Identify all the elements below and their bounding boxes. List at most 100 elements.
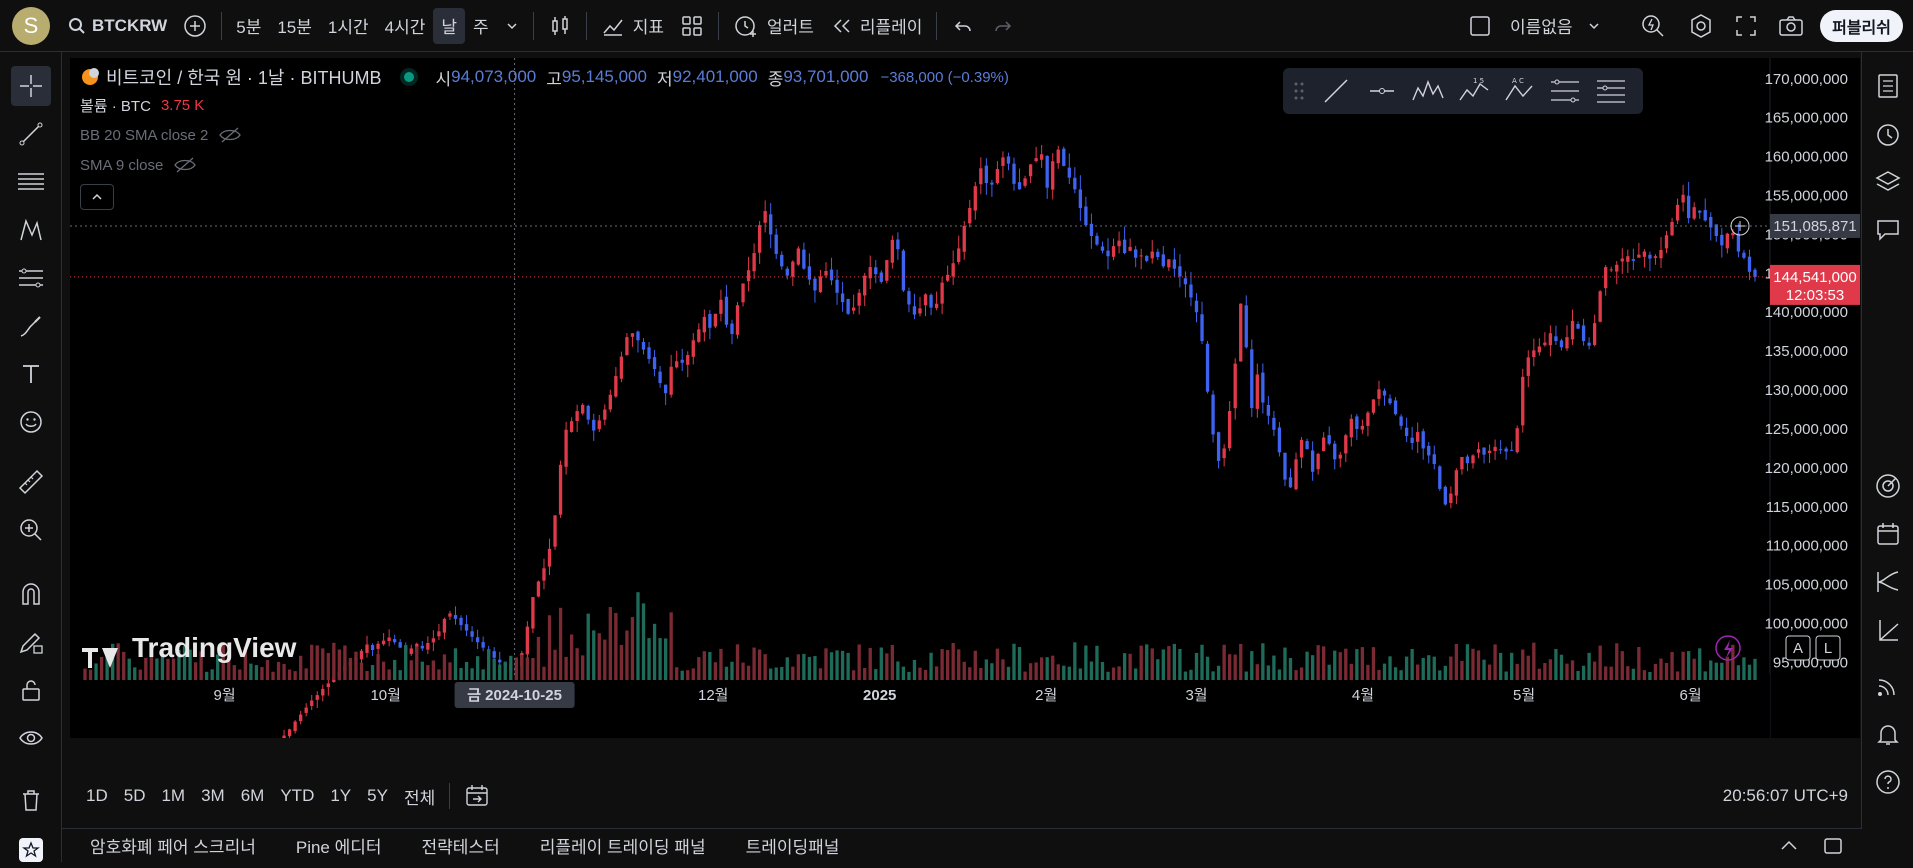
fib-tool[interactable]	[11, 162, 51, 202]
candle-body	[1592, 323, 1597, 346]
volume-bar	[415, 646, 419, 680]
candle-body	[658, 371, 662, 384]
undo-button[interactable]	[943, 8, 983, 44]
ideas-button[interactable]	[1868, 466, 1908, 506]
notifications-button[interactable]	[1868, 714, 1908, 754]
goto-date-icon[interactable]	[464, 783, 490, 809]
forecast-tool[interactable]	[11, 258, 51, 298]
alerts-panel-button[interactable]	[1868, 114, 1908, 154]
interval-15m[interactable]: 15분	[269, 8, 320, 44]
trendline-icon[interactable]	[1321, 76, 1351, 106]
elliott-wave-icon[interactable]	[1411, 76, 1445, 106]
sma-indicator-label[interactable]: SMA 9 close	[80, 157, 163, 174]
indicators-button[interactable]: 지표	[593, 8, 672, 44]
zoom-in-tool[interactable]	[11, 510, 51, 550]
bb-indicator-label[interactable]: BB 20 SMA close 2	[80, 127, 208, 144]
symbol-search-button[interactable]: BTCKRW	[60, 8, 175, 44]
emoji-tool[interactable]	[11, 402, 51, 442]
drag-handle-icon[interactable]	[1293, 81, 1305, 101]
range-5d[interactable]: 5D	[124, 786, 146, 806]
abc-wave-icon[interactable]: A C	[1503, 76, 1537, 106]
text-tool[interactable]	[11, 354, 51, 394]
candle-body	[1416, 432, 1420, 442]
eye-hidden-icon[interactable]	[218, 126, 242, 144]
delete-tool[interactable]	[11, 780, 51, 820]
range-6m[interactable]: 6M	[241, 786, 265, 806]
drawing-mode-tool[interactable]	[11, 622, 51, 662]
quick-search-button[interactable]	[1632, 8, 1674, 44]
brush-tool[interactable]	[11, 306, 51, 346]
chart-type-button[interactable]	[540, 8, 580, 44]
pattern-tool[interactable]	[11, 210, 51, 250]
stream-button[interactable]	[1868, 562, 1908, 602]
favorites-tool[interactable]	[11, 828, 51, 868]
pine-button[interactable]	[1868, 610, 1908, 650]
templates-button[interactable]	[672, 8, 712, 44]
range-ytd[interactable]: YTD	[280, 786, 314, 806]
layout-select[interactable]: 이름없음	[1460, 8, 1609, 44]
volume-bar	[1100, 662, 1105, 680]
crosshair-tool[interactable]	[11, 66, 51, 106]
symbol-title[interactable]: 비트코인 / 한국 원 · 1날 · BITHUMB	[106, 64, 382, 90]
user-avatar[interactable]: S	[12, 6, 50, 45]
chat-button[interactable]	[1868, 210, 1908, 250]
maximize-panel-icon[interactable]	[1822, 835, 1844, 857]
range-3m[interactable]: 3M	[201, 786, 225, 806]
grid-icon	[682, 15, 702, 36]
candle-body	[420, 645, 424, 649]
interval-4h[interactable]: 4시간	[377, 8, 434, 44]
range-1m[interactable]: 1M	[161, 786, 185, 806]
object-tree-button[interactable]	[1868, 162, 1908, 202]
interval-dropdown[interactable]	[497, 8, 527, 44]
range-1d[interactable]: 1D	[86, 786, 108, 806]
interval-1h[interactable]: 1시간	[320, 8, 377, 44]
hide-tool[interactable]	[11, 718, 51, 758]
fib-retracement-icon[interactable]	[1549, 76, 1581, 106]
tab-strategy-tester[interactable]: 전략테스터	[422, 833, 500, 858]
ruler-tool[interactable]	[11, 462, 51, 502]
tab-replay-trading[interactable]: 리플레이 트레이딩 패널	[540, 833, 706, 858]
compare-symbol-button[interactable]	[175, 8, 215, 44]
tab-trading-panel[interactable]: 트레이딩패널	[746, 833, 840, 858]
session-clock[interactable]: 20:56:07 UTC+9	[1723, 786, 1848, 806]
watchlist-button[interactable]	[1868, 66, 1908, 106]
volume-bar	[741, 662, 745, 680]
candle-body	[1620, 258, 1624, 262]
interval-5m[interactable]: 5분	[228, 8, 269, 44]
tab-crypto-screener[interactable]: 암호화폐 페어 스크리너	[90, 833, 256, 858]
candle-body	[608, 394, 612, 410]
volume-bar	[88, 669, 93, 680]
range-5y[interactable]: 5Y	[367, 786, 388, 806]
fullscreen-button[interactable]	[1726, 8, 1766, 44]
eye-hidden-icon[interactable]	[173, 156, 197, 174]
replay-button[interactable]: 리플레이	[822, 8, 931, 44]
alert-button[interactable]: 얼러트	[725, 8, 822, 44]
signals-button[interactable]	[1868, 666, 1908, 706]
candle-body	[890, 239, 895, 263]
horizontal-ray-icon[interactable]	[1367, 76, 1397, 106]
settings-button[interactable]	[1680, 8, 1722, 44]
calendar-button[interactable]	[1868, 514, 1908, 554]
magnet-tool[interactable]	[11, 574, 51, 614]
fib-extension-icon[interactable]	[1595, 76, 1627, 106]
volume-bar	[470, 668, 474, 680]
redo-button[interactable]	[983, 8, 1023, 44]
unlock-icon	[22, 680, 40, 701]
range-1y[interactable]: 1Y	[330, 786, 351, 806]
interval-week[interactable]: 주	[465, 8, 497, 44]
candle-body	[1045, 155, 1049, 188]
volume-label[interactable]: 볼륨 · BTC	[80, 95, 151, 116]
help-button[interactable]	[1868, 762, 1908, 802]
tab-pine-editor[interactable]: Pine 에디터	[296, 833, 382, 858]
interval-day[interactable]: 날	[433, 7, 466, 44]
volume-bar	[769, 668, 773, 680]
candle-body	[304, 707, 308, 713]
lock-tool[interactable]	[11, 670, 51, 710]
trendline-tool[interactable]	[11, 114, 51, 154]
snapshot-button[interactable]	[1770, 8, 1812, 44]
chevron-up-icon[interactable]	[1778, 835, 1800, 857]
publish-button[interactable]: 퍼블리쉬	[1820, 10, 1903, 42]
impulse-wave-icon[interactable]: 1 5	[1457, 76, 1491, 106]
range-all[interactable]: 전체	[404, 784, 435, 809]
collapse-legend-button[interactable]	[80, 184, 114, 210]
